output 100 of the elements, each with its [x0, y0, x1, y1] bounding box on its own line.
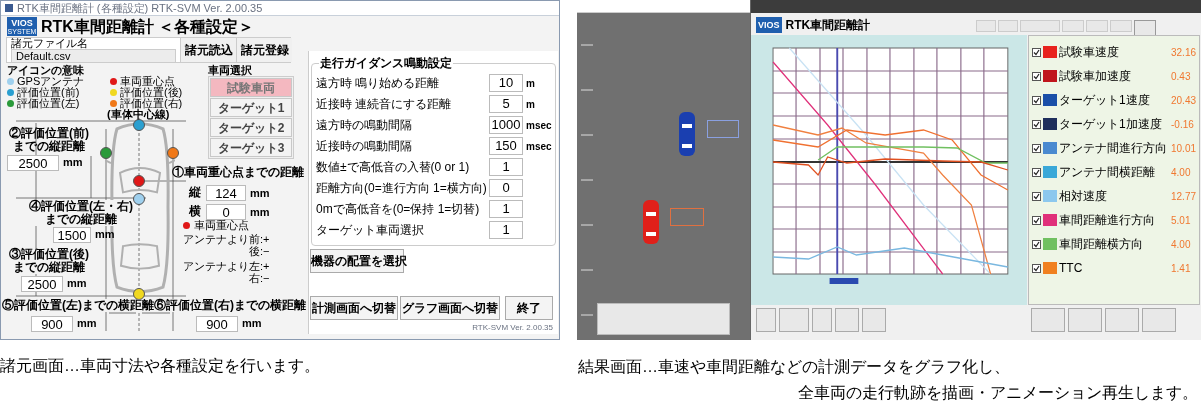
control-button[interactable] — [1142, 308, 1176, 332]
legend-label: TTC — [1059, 261, 1084, 275]
window-title: RTK車間距離計 (各種設定) RTK-SVM Ver. 2.00.35 — [17, 2, 263, 14]
caption: 全車両の走行軌跡を描画・アニメーション再生します。 — [798, 383, 1198, 403]
toolbar-button[interactable] — [1020, 20, 1060, 32]
control-button[interactable] — [1105, 308, 1139, 332]
legend-label: ターゲット1加速度 — [1059, 117, 1163, 131]
vehicle-tab[interactable]: ターゲット3 — [210, 138, 292, 157]
legend-value: 32.16 — [1171, 45, 1197, 60]
number-field[interactable]: 124 — [206, 185, 246, 201]
number-field[interactable]: 0 — [489, 179, 523, 197]
number-field[interactable]: 1000 — [489, 116, 523, 134]
dimension-label: ③評価位置(後) までの縦距離 — [9, 248, 89, 274]
legend-value: 0.43 — [1171, 69, 1191, 84]
legend-label: 評価位置(後) — [119, 87, 183, 98]
position-marker — [133, 193, 145, 205]
field-label: 縦 — [189, 184, 202, 201]
control-button[interactable] — [862, 308, 886, 332]
number-field[interactable]: 1 — [489, 200, 523, 218]
dimension-label: ②評価位置(前) までの縦距離 — [9, 127, 89, 153]
vehicle-tab[interactable]: ターゲット1 — [210, 98, 292, 117]
toolbar-button[interactable] — [1086, 20, 1108, 32]
setting-label: 近接時の鳴動間隔 — [316, 138, 413, 155]
toolbar-button[interactable] — [1134, 20, 1156, 36]
control-button[interactable] — [779, 308, 809, 332]
position-marker — [167, 147, 179, 159]
number-field[interactable]: 2500 — [21, 275, 63, 292]
screen-heading: RTK車間距離計 — [785, 17, 871, 34]
number-field[interactable]: 900 — [31, 315, 73, 332]
control-button[interactable] — [812, 308, 832, 332]
logo: VIOS — [756, 17, 782, 33]
legend-value: -0.16 — [1171, 117, 1194, 132]
checkbox[interactable] — [1032, 263, 1041, 273]
car-drawing — [679, 112, 695, 156]
legend-label: 相対速度 — [1059, 189, 1108, 203]
legend-label: 評価位置(左) — [17, 98, 80, 109]
vehicle-tab[interactable]: ターゲット2 — [210, 118, 292, 137]
position-marker — [133, 119, 145, 131]
version-label: RTK-SVM Ver. 2.00.35 — [472, 322, 553, 334]
number-field[interactable]: 1 — [489, 221, 523, 239]
vehicle-label-box — [707, 120, 739, 138]
car-drawing — [643, 200, 659, 244]
setting-label: 近接時 連続音にする距離 — [316, 96, 453, 113]
setting-label: 0mで高低音を(0=保持 1=切替) — [316, 201, 481, 218]
checkbox[interactable] — [1032, 215, 1041, 225]
footer-button[interactable]: 計測画面へ切替 — [310, 296, 398, 320]
unit-label: mm — [95, 227, 115, 242]
unit-label: m — [526, 76, 535, 91]
legend-label: 車両重心点 — [119, 76, 175, 87]
number-field[interactable]: 150 — [489, 137, 523, 155]
legend-label: 評価位置(前) — [17, 87, 80, 98]
number-field[interactable]: 1500 — [53, 226, 91, 243]
checkbox[interactable] — [1032, 239, 1041, 249]
toolbar-button[interactable] — [1062, 20, 1084, 32]
field-label: 横 — [189, 203, 202, 220]
vehicle-label-box — [670, 208, 704, 226]
legend-label: アンテナ間進行方向 — [1059, 141, 1168, 155]
checkbox[interactable] — [1032, 119, 1041, 129]
checkbox[interactable] — [1032, 143, 1041, 153]
setting-label: 距離方向(0=進行方向 1=横方向) — [316, 180, 488, 197]
control-button[interactable] — [756, 308, 776, 332]
app-icon — [5, 4, 13, 12]
file-name-field[interactable]: Default.csv — [11, 48, 176, 63]
checkbox[interactable] — [1032, 71, 1041, 81]
checkbox[interactable] — [1032, 95, 1041, 105]
checkbox[interactable] — [1032, 191, 1041, 201]
file-button[interactable]: 諸元読込 — [180, 38, 236, 62]
unit-label: mm — [77, 316, 97, 331]
footer-button[interactable]: 終了 — [505, 296, 553, 320]
cursor-line[interactable] — [836, 47, 839, 275]
toolbar-button[interactable] — [1110, 20, 1132, 32]
position-marker — [133, 288, 145, 300]
unit-label: mm — [63, 155, 83, 170]
number-field[interactable]: 5 — [489, 95, 523, 113]
legend-label: GPSアンテナ — [17, 76, 85, 87]
control-button[interactable] — [1031, 308, 1065, 332]
control-button[interactable] — [1068, 308, 1102, 332]
number-field[interactable]: 900 — [196, 315, 238, 332]
number-field[interactable]: 1 — [489, 158, 523, 176]
dimension-label: ⑥評価位置(右)までの横距離 — [154, 299, 306, 312]
footer-button[interactable]: グラフ画面へ切替 — [400, 296, 500, 320]
caption: 諸元画面…車両寸法や各種設定を行います。 — [0, 356, 320, 376]
legend-label: 車間距離横方向 — [1059, 237, 1144, 251]
caption: 結果画面…車速や車間距離などの計測データをグラフ化し、 — [578, 357, 1010, 377]
number-field[interactable]: 0 — [206, 204, 246, 220]
legend-label: 車両重心点 — [194, 220, 249, 231]
panel-title: 車両選択 — [208, 64, 253, 76]
cursor-marker — [829, 278, 859, 284]
file-button[interactable]: 諸元登録 — [236, 38, 292, 62]
number-field[interactable]: 2500 — [7, 154, 59, 171]
checkbox[interactable] — [1032, 47, 1041, 57]
number-field[interactable]: 10 — [489, 74, 523, 92]
diagram-label: (車体中心線) — [107, 109, 170, 120]
toolbar-button[interactable] — [976, 20, 996, 32]
sign-note: アンテナより左:+ 右:− — [183, 260, 270, 284]
dimension-label: ⑤評価位置(左)までの横距離 — [2, 299, 154, 312]
setting-label: 遠方時 鳴り始める距離 — [316, 75, 441, 92]
control-button[interactable] — [835, 308, 859, 332]
toolbar-button[interactable] — [998, 20, 1018, 32]
checkbox[interactable] — [1032, 167, 1041, 177]
